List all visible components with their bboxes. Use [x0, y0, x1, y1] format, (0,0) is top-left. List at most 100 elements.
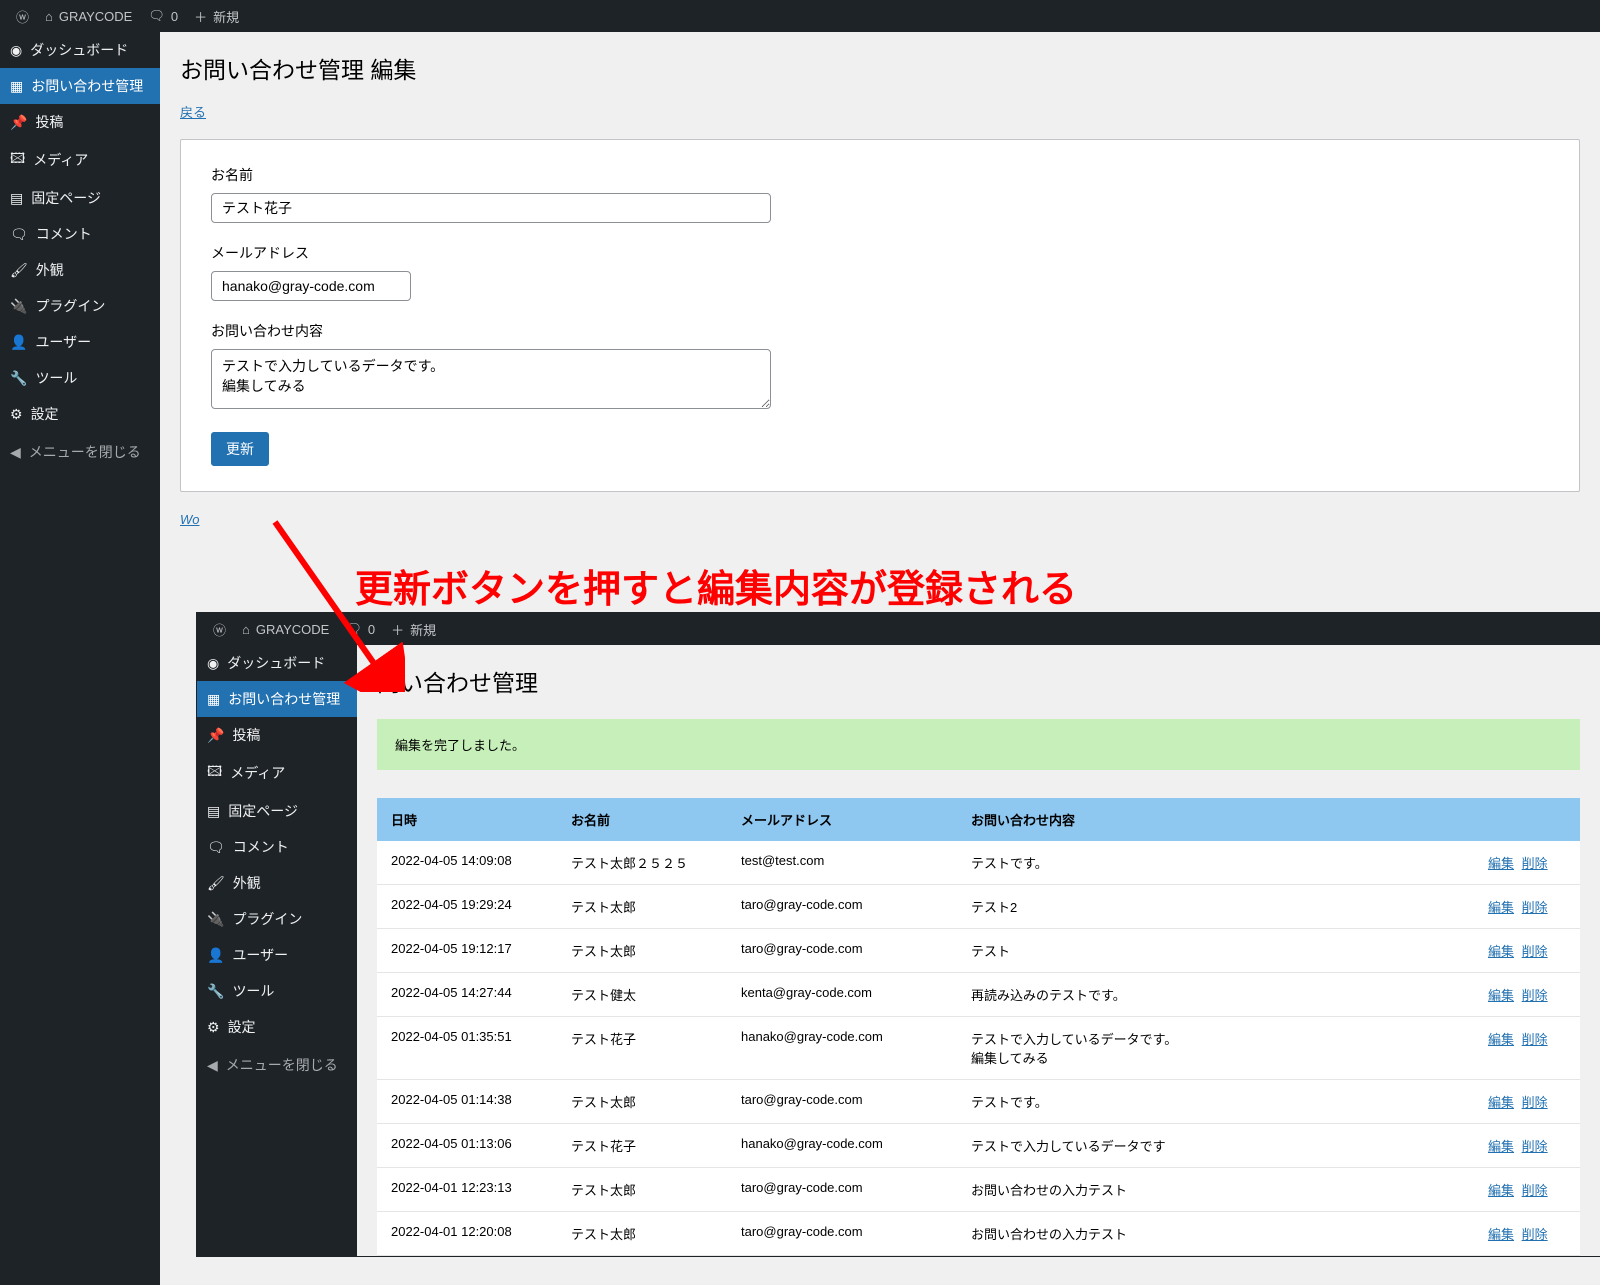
- sidebar-item-label: メディア: [230, 763, 285, 783]
- th-content: お問い合わせ内容: [957, 798, 1470, 841]
- cell-actions: 編集 削除: [1470, 1124, 1580, 1168]
- comments-link[interactable]: 🗨0: [140, 8, 186, 24]
- delete-link[interactable]: 削除: [1522, 1095, 1548, 1110]
- admin-sidebar: ◉ダッシュボード▦お問い合わせ管理📌投稿🖾メディア▤固定ページ🗨コメント🖌外観🔌…: [0, 32, 160, 1285]
- cell-email: hanako@gray-code.com: [727, 1124, 957, 1168]
- back-link[interactable]: 戻る: [180, 102, 206, 121]
- sidebar-item-page[interactable]: ▤固定ページ: [0, 180, 160, 216]
- collapse-icon: ◀: [207, 1057, 218, 1074]
- wordpress-footer-link[interactable]: Wo: [180, 512, 200, 527]
- delete-link[interactable]: 削除: [1522, 1032, 1548, 1047]
- sidebar-item-appearance[interactable]: 🖌外観: [197, 865, 357, 901]
- table-row: 2022-04-05 01:35:51テスト花子hanako@gray-code…: [377, 1017, 1580, 1080]
- sidebar-item-label: プラグイン: [35, 296, 105, 316]
- edit-link[interactable]: 編集: [1488, 1095, 1514, 1110]
- new-content[interactable]: ＋新規: [186, 7, 247, 26]
- plugin-icon: 🔌: [10, 298, 27, 315]
- table-row: 2022-04-01 12:20:08テスト太郎taro@gray-code.c…: [377, 1212, 1580, 1256]
- delete-link[interactable]: 削除: [1522, 1227, 1548, 1242]
- cell-email: kenta@gray-code.com: [727, 973, 957, 1017]
- edit-link[interactable]: 編集: [1488, 856, 1514, 871]
- th-name: お名前: [557, 798, 727, 841]
- sidebar-item-comment[interactable]: 🗨コメント: [0, 216, 160, 252]
- sidebar-item-label: 投稿: [232, 725, 260, 745]
- sidebar-item-tool[interactable]: 🔧ツール: [0, 360, 160, 396]
- site-link[interactable]: ⌂GRAYCODE: [37, 9, 140, 24]
- cell-name: テスト太郎: [557, 1080, 727, 1124]
- edit-link[interactable]: 編集: [1488, 944, 1514, 959]
- pin-icon: 📌: [10, 114, 27, 131]
- cell-email: taro@gray-code.com: [727, 885, 957, 929]
- sidebar-item-dashboard[interactable]: ◉ダッシュボード: [0, 32, 160, 68]
- delete-link[interactable]: 削除: [1522, 1139, 1548, 1154]
- sidebar-item-label: コメント: [36, 224, 92, 244]
- sidebar-item-pin[interactable]: 📌投稿: [0, 104, 160, 140]
- sidebar-item-user[interactable]: 👤ユーザー: [0, 324, 160, 360]
- th-date: 日時: [377, 798, 557, 841]
- sidebar-item-page[interactable]: ▤固定ページ: [197, 793, 357, 829]
- sidebar-item-appearance[interactable]: 🖌外観: [0, 252, 160, 288]
- cell-actions: 編集 削除: [1470, 1212, 1580, 1256]
- cell-actions: 編集 削除: [1470, 973, 1580, 1017]
- delete-link[interactable]: 削除: [1522, 856, 1548, 871]
- sidebar-item-media[interactable]: 🖾メディア: [0, 140, 160, 180]
- sidebar-item-pin[interactable]: 📌投稿: [197, 717, 357, 753]
- update-button[interactable]: 更新: [211, 432, 269, 466]
- sidebar-item-media[interactable]: 🖾メディア: [197, 753, 357, 793]
- edit-link[interactable]: 編集: [1488, 1032, 1514, 1047]
- edit-link[interactable]: 編集: [1488, 900, 1514, 915]
- sidebar-item-form[interactable]: ▦お問い合わせ管理: [0, 68, 160, 104]
- overlay-sidebar: ◉ダッシュボード▦お問い合わせ管理📌投稿🖾メディア▤固定ページ🗨コメント🖌外観🔌…: [197, 645, 357, 1256]
- wp-logo[interactable]: ⓦ: [205, 620, 234, 639]
- cell-email: hanako@gray-code.com: [727, 1017, 957, 1080]
- sidebar-item-label: ダッシュボード: [30, 40, 128, 60]
- collapse-menu[interactable]: ◀ メニューを閉じる: [197, 1045, 357, 1085]
- sidebar-item-user[interactable]: 👤ユーザー: [197, 937, 357, 973]
- edit-link[interactable]: 編集: [1488, 1139, 1514, 1154]
- delete-link[interactable]: 削除: [1522, 900, 1548, 915]
- media-icon: 🖾: [10, 148, 25, 172]
- edit-link[interactable]: 編集: [1488, 1183, 1514, 1198]
- sidebar-item-settings[interactable]: ⚙設定: [0, 396, 160, 432]
- cell-date: 2022-04-05 19:29:24: [377, 885, 557, 929]
- cell-date: 2022-04-05 19:12:17: [377, 929, 557, 973]
- cell-content: テストで入力しているデータです: [957, 1124, 1470, 1168]
- edit-form-card: お名前 メールアドレス お問い合わせ内容 更新: [180, 139, 1580, 492]
- cell-actions: 編集 削除: [1470, 1080, 1580, 1124]
- collapse-label: メニューを閉じる: [226, 1055, 338, 1075]
- edit-link[interactable]: 編集: [1488, 988, 1514, 1003]
- cell-name: テスト健太: [557, 973, 727, 1017]
- sidebar-item-tool[interactable]: 🔧ツール: [197, 973, 357, 1009]
- sidebar-item-settings[interactable]: ⚙設定: [197, 1009, 357, 1045]
- form-icon: ▦: [10, 78, 23, 95]
- settings-icon: ⚙: [207, 1019, 220, 1036]
- page-icon: ▤: [10, 190, 23, 207]
- sidebar-item-plugin[interactable]: 🔌 プラグイン: [0, 288, 160, 324]
- cell-email: taro@gray-code.com: [727, 1212, 957, 1256]
- cell-content: テスト2: [957, 885, 1470, 929]
- wp-logo[interactable]: ⓦ: [8, 7, 37, 26]
- email-label: メールアドレス: [211, 243, 1549, 263]
- plugin-icon: 🔌: [207, 911, 224, 928]
- page-title: お問い合わせ管理 編集: [180, 42, 1580, 94]
- email-input[interactable]: [211, 271, 411, 301]
- sidebar-item-label: プラグイン: [232, 909, 302, 929]
- edit-link[interactable]: 編集: [1488, 1227, 1514, 1242]
- name-input[interactable]: [211, 193, 771, 223]
- cell-date: 2022-04-05 14:27:44: [377, 973, 557, 1017]
- collapse-menu[interactable]: ◀ メニューを閉じる: [0, 432, 160, 472]
- cell-name: テスト太郎２５２５: [557, 841, 727, 885]
- cell-actions: 編集 削除: [1470, 885, 1580, 929]
- cell-email: test@test.com: [727, 841, 957, 885]
- delete-link[interactable]: 削除: [1522, 944, 1548, 959]
- cell-name: テスト花子: [557, 1124, 727, 1168]
- sidebar-item-comment[interactable]: 🗨コメント: [197, 829, 357, 865]
- sidebar-item-label: 外観: [233, 873, 261, 893]
- sidebar-item-plugin[interactable]: 🔌 プラグイン: [197, 901, 357, 937]
- delete-link[interactable]: 削除: [1522, 1183, 1548, 1198]
- cell-date: 2022-04-05 14:09:08: [377, 841, 557, 885]
- cell-content: テストです。: [957, 841, 1470, 885]
- new-label: 新規: [410, 620, 436, 639]
- content-textarea[interactable]: [211, 349, 771, 409]
- delete-link[interactable]: 削除: [1522, 988, 1548, 1003]
